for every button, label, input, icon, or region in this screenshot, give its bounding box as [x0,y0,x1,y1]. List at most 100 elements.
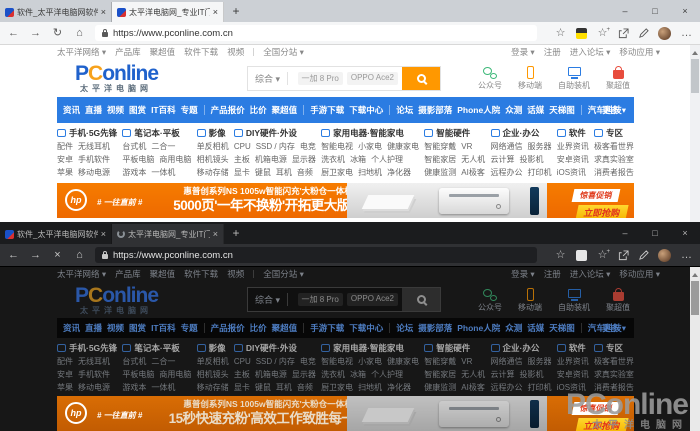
category-link[interactable]: AI极客 [461,381,485,394]
search-category-dropdown[interactable]: 综合 ▾ [248,72,288,85]
nav-link[interactable]: 摄影部落 [418,104,452,116]
scrollbar-up-icon[interactable] [692,270,698,277]
utility-link[interactable]: 聚超值 [150,268,176,280]
category-link[interactable]: VR [461,355,472,368]
home-icon[interactable]: ⌂ [73,250,86,261]
nav-link[interactable]: Phone人院 [457,322,500,334]
quick-link-mobile[interactable]: 移动端 [518,288,542,312]
category-link[interactable]: 无人机 [461,368,485,381]
category-header[interactable]: 影像 [197,126,229,140]
category-link[interactable]: AI极客 [461,166,485,179]
category-link[interactable]: 洗衣机 [321,153,345,166]
utility-link[interactable]: 注册 [544,46,561,58]
category-link[interactable]: 平板电脑 [122,368,154,381]
category-link[interactable]: 智能电视 [321,355,353,368]
category-link[interactable]: 智能家居 [424,368,456,381]
category-link[interactable]: 无线耳机 [78,355,110,368]
category-header[interactable]: 影像 [197,341,229,355]
buy-now-button[interactable]: 立即抢购 [575,205,628,218]
category-link[interactable]: 台式机 [122,140,146,153]
utility-link[interactable]: 聚超值 [150,46,176,58]
nav-link[interactable]: 摄影部落 [418,322,452,334]
category-link[interactable]: 显卡 [234,381,250,394]
nav-link[interactable]: 话媒 [527,322,544,334]
category-link[interactable]: CPU [234,140,251,153]
minimize-button[interactable]: – [610,0,640,22]
nav-link[interactable]: 众测 [505,104,522,116]
menu-dots-icon[interactable]: … [680,250,693,261]
category-link[interactable]: 业界资讯 [557,355,589,368]
hot-search-tag[interactable]: OPPO Ace2 [347,293,398,306]
category-link[interactable]: 网络通信 [491,355,523,368]
category-link[interactable]: 网络通信 [491,140,523,153]
category-link[interactable]: SSD / 内存 [256,355,295,368]
category-link[interactable]: 智能电视 [321,140,353,153]
quick-link-wechat[interactable]: 公众号 [478,288,502,312]
category-header[interactable]: 专区 [594,126,634,140]
utility-link[interactable]: 注册 [544,268,561,280]
category-header[interactable]: 家用电器·智能家电 [321,126,419,140]
search-input[interactable]: 一加 8 ProOPPO Ace2 [288,72,402,85]
hp-ad-banner[interactable]: hp # 一往直前 # 惠普创系列NS 1005w智能闪充'大粉仓一体机 15秒… [57,396,634,431]
hot-search-tag[interactable]: 一加 8 Pro [298,293,343,306]
quick-link-pc-builder[interactable]: 自助装机 [558,66,590,90]
tab-close-icon[interactable]: × [213,229,218,239]
category-link[interactable]: 主板 [234,368,250,381]
scrollbar-up-icon[interactable] [692,48,698,55]
category-header[interactable]: DIY硬件·外设 [234,341,316,355]
search-input[interactable]: 一加 8 Pro OPPO Ace2 [288,293,402,306]
new-tab-button[interactable]: + [224,4,248,18]
category-header[interactable]: 笔记本·平板 [122,126,191,140]
category-header[interactable]: 智能硬件 [424,341,485,355]
nav-link[interactable]: 比价 [250,104,267,116]
nav-link[interactable]: 下载中心 [349,104,383,116]
add-favorite-icon[interactable]: ☆ [596,250,609,261]
hot-search-tag[interactable]: OPPO Ace2 [347,72,398,85]
quick-link-wechat[interactable]: 公众号 [478,66,502,90]
category-link[interactable]: 单反相机 [197,140,229,153]
minimize-button[interactable]: – [610,222,640,244]
category-link[interactable]: 电竞 [300,140,316,153]
profile-avatar[interactable] [658,249,671,262]
category-link[interactable]: 相机镜头 [197,153,229,166]
maximize-button[interactable]: □ [640,222,670,244]
category-link[interactable]: 业界资讯 [557,140,589,153]
category-link[interactable]: 打印机 [528,166,552,179]
nav-link[interactable]: 视频 [107,104,124,116]
category-link[interactable]: 云计算 [491,153,515,166]
category-link[interactable]: 求真实验室 [594,368,634,381]
browser-tab-software[interactable]: 软件_太平洋电脑网软件资讯频道 × [0,2,112,22]
category-link[interactable]: 游戏本 [122,166,146,179]
tab-close-icon[interactable]: × [101,229,106,239]
nav-link[interactable]: 众测 [505,322,522,334]
nav-link[interactable]: 手游下载 [310,322,344,334]
utility-link[interactable]: 移动应用 ▾ [619,268,660,280]
category-link[interactable]: 小家电 [358,140,382,153]
scrollbar-thumb[interactable] [691,281,699,315]
extension-icon[interactable] [576,250,587,261]
add-favorite-icon[interactable]: ☆ [596,28,609,39]
category-link[interactable]: 移动存储 [197,381,229,394]
category-link[interactable]: 健康家电 [387,140,419,153]
category-link[interactable]: 智能穿戴 [424,355,456,368]
back-icon[interactable]: ← [7,250,20,261]
category-link[interactable]: 净化器 [387,166,411,179]
category-link[interactable]: 游戏本 [122,381,146,394]
category-link[interactable]: 无线耳机 [78,140,110,153]
category-link[interactable]: 云计算 [491,368,515,381]
category-link[interactable]: 商用电脑 [159,153,191,166]
category-link[interactable]: 投影机 [520,153,544,166]
category-link[interactable]: 一体机 [151,381,175,394]
utility-link[interactable]: 太平洋网络 ▾ [57,46,106,58]
utility-link[interactable]: 视频 [227,46,244,58]
forward-icon[interactable]: → [29,28,42,39]
utility-link[interactable]: 进入论坛 ▾ [570,268,611,280]
category-link[interactable]: 健康监测 [424,381,456,394]
nav-more-link[interactable]: 更多 ▾ [602,104,626,116]
category-link[interactable]: 显示器 [292,153,316,166]
category-link[interactable]: CPU [234,355,251,368]
category-link[interactable]: 相机镜头 [197,368,229,381]
category-header[interactable]: 企业·办公 [491,341,552,355]
category-link[interactable]: 厨卫家电 [321,166,353,179]
nav-link[interactable]: 论坛 [396,322,413,334]
